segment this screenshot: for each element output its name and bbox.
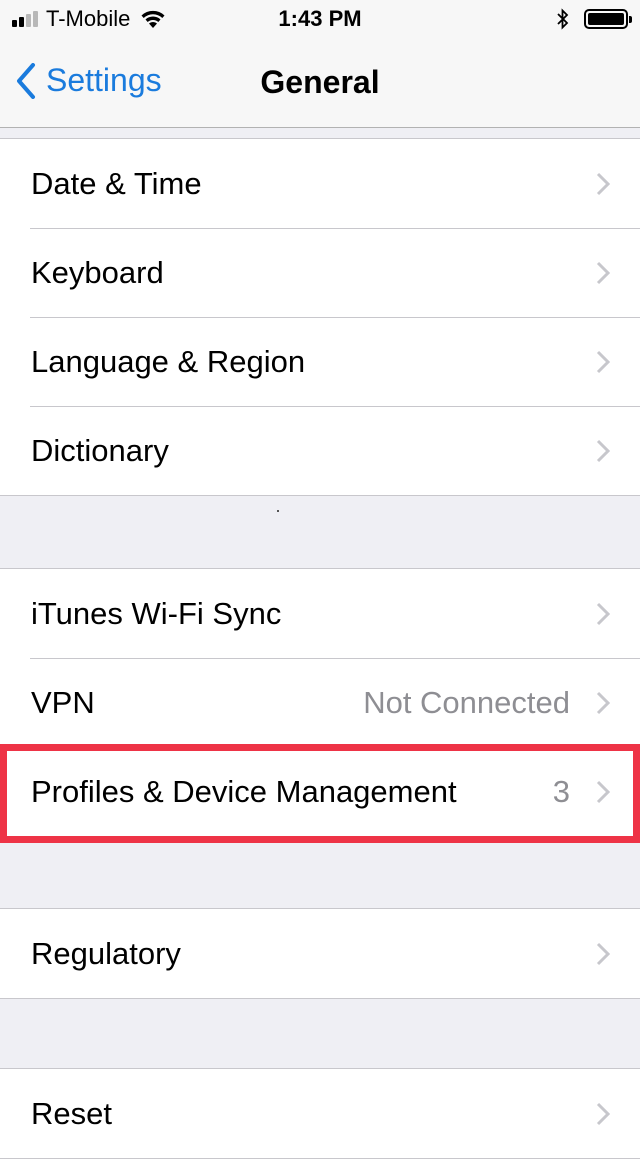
row-dictionary[interactable]: Dictionary bbox=[0, 406, 640, 495]
chevron-right-icon bbox=[596, 439, 610, 463]
settings-group-1: Date & Time Keyboard Language & Region D… bbox=[0, 138, 640, 496]
status-time: 1:43 PM bbox=[278, 6, 362, 31]
row-label: Reset bbox=[31, 1095, 112, 1131]
row-value: 3 bbox=[552, 773, 570, 809]
chevron-right-icon bbox=[596, 261, 610, 285]
status-right bbox=[556, 8, 632, 30]
settings-group-2: iTunes Wi-Fi Sync VPN Not Connected Prof… bbox=[0, 568, 640, 837]
row-label: Profiles & Device Management bbox=[31, 773, 457, 809]
row-regulatory[interactable]: Regulatory bbox=[0, 909, 640, 998]
chevron-right-icon bbox=[596, 1102, 610, 1126]
page-title: General bbox=[260, 64, 380, 100]
row-profiles-device-management[interactable]: Profiles & Device Management 3 bbox=[0, 747, 640, 836]
row-language-region[interactable]: Language & Region bbox=[0, 317, 640, 406]
row-value: Not Connected bbox=[363, 684, 570, 720]
chevron-right-icon bbox=[596, 172, 610, 196]
battery-icon bbox=[584, 9, 632, 29]
row-itunes-wifi-sync[interactable]: iTunes Wi-Fi Sync bbox=[0, 569, 640, 658]
chevron-right-icon bbox=[596, 780, 610, 804]
settings-group-3: Regulatory bbox=[0, 908, 640, 999]
row-label: Date & Time bbox=[31, 165, 202, 201]
row-date-time[interactable]: Date & Time bbox=[0, 139, 640, 228]
settings-group-4: Reset bbox=[0, 1068, 640, 1159]
chevron-right-icon bbox=[596, 691, 610, 715]
row-keyboard[interactable]: Keyboard bbox=[0, 228, 640, 317]
scroll-indicator bbox=[277, 510, 279, 512]
row-vpn[interactable]: VPN Not Connected bbox=[0, 658, 640, 747]
row-label: iTunes Wi-Fi Sync bbox=[31, 595, 282, 631]
row-label: VPN bbox=[31, 684, 95, 720]
chevron-right-icon bbox=[596, 942, 610, 966]
row-label: Keyboard bbox=[31, 254, 164, 290]
row-reset[interactable]: Reset bbox=[0, 1069, 640, 1158]
status-bar: T-Mobile 1:43 PM bbox=[0, 0, 640, 40]
bluetooth-icon bbox=[557, 8, 569, 30]
row-label: Language & Region bbox=[31, 343, 306, 379]
row-label: Regulatory bbox=[31, 935, 181, 971]
row-label: Dictionary bbox=[31, 432, 169, 468]
chevron-right-icon bbox=[596, 350, 610, 374]
navigation-bar: Settings General bbox=[0, 40, 640, 128]
chevron-right-icon bbox=[596, 602, 610, 626]
